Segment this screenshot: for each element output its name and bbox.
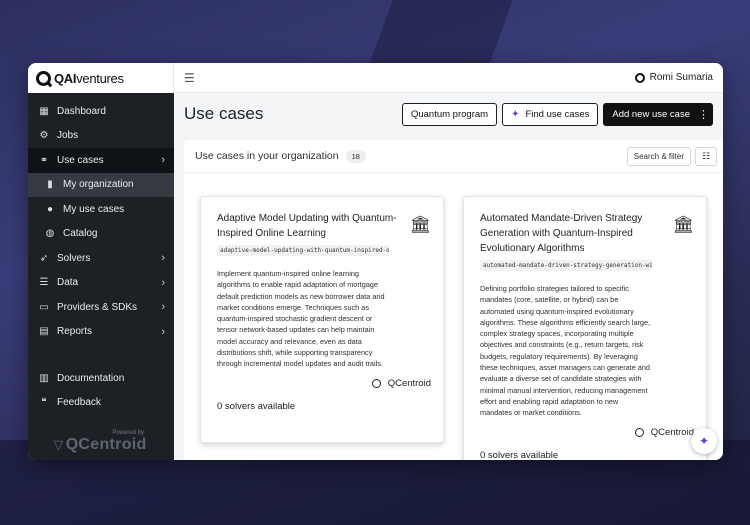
logo-bold: QAI (54, 70, 77, 86)
card-slug: adaptive-model-updating-with-quantum-ins… (217, 245, 389, 256)
comments-icon: ❝ (41, 397, 47, 409)
owner-logo-icon (634, 427, 644, 437)
chevron-right-icon: › (161, 154, 165, 167)
bank-icon: 🏛 (672, 215, 694, 234)
add-new-use-case-button[interactable]: Add new use case ⋮ (603, 102, 713, 126)
sidebar-item-label: Use cases (57, 154, 104, 166)
book-icon: ▥ (39, 372, 49, 384)
chevron-right-icon: › (161, 301, 165, 314)
page-header: Use cases Quantum program ✦ Find use case… (174, 93, 723, 135)
app-window: QAIventures ▦ Dashboard ⚙ Jobs ⚭ Use cas… (28, 63, 723, 460)
sidebar-item-reports[interactable]: ▤ Reports › (28, 320, 174, 345)
magic-wand-icon: ✦ (698, 434, 710, 448)
user-menu[interactable]: Romi Sumaria (634, 72, 713, 83)
background-shape (367, 0, 513, 70)
hamburger-menu-icon[interactable]: ☰ (184, 71, 195, 85)
button-label: Find use cases (525, 108, 590, 120)
sidebar-item-feedback[interactable]: ❝ Feedback (28, 391, 174, 416)
building-icon: ▮ (47, 179, 53, 191)
user-logo-icon (634, 72, 645, 83)
sidebar-item-my-use-cases[interactable]: ● My use cases (28, 197, 174, 222)
card-title[interactable]: Adaptive Model Updating with Quantum-Ins… (217, 211, 397, 241)
magic-wand-icon: ✦ (511, 108, 520, 120)
gears-icon: ⚙ (39, 130, 49, 142)
powered-by: Powered by ▽ QCentroid (28, 430, 174, 454)
quantum-program-button[interactable]: Quantum program (401, 102, 498, 126)
qcentroid-text: QCentroid (65, 436, 147, 453)
sidebar-item-label: My organization (63, 179, 134, 191)
ai-assistant-button[interactable]: ✦ (691, 428, 717, 454)
sidebar: QAIventures ▦ Dashboard ⚙ Jobs ⚭ Use cas… (28, 63, 174, 460)
logo-icon (36, 70, 51, 86)
sidebar-nav: ▦ Dashboard ⚙ Jobs ⚭ Use cases › ▮ My or… (28, 93, 174, 415)
sidebar-item-label: Catalog (63, 228, 98, 240)
use-cases-panel: Use cases in your organization 18 Search… (184, 140, 723, 460)
button-label: Quantum program (410, 108, 489, 120)
card-slug: automated-mandate-driven-strategy-genera… (480, 260, 652, 271)
owner-logo-icon (371, 378, 381, 388)
sidebar-item-label: My use cases (63, 203, 125, 215)
use-case-card[interactable]: Automated Mandate-Driven Strategy Genera… (463, 196, 707, 460)
qcentroid-icon: ▽ (53, 437, 64, 452)
rocket-icon: ➶ (39, 252, 49, 264)
server-icon: ▭ (39, 301, 49, 313)
user-circle-icon: ● (46, 203, 54, 215)
card-owner: QCentroid (480, 427, 694, 438)
sidebar-item-providers[interactable]: ▭ Providers & SDKs › (28, 295, 174, 320)
sidebar-item-solvers[interactable]: ➶ Solvers › (28, 246, 174, 271)
solvers-count: 0 solvers available (217, 400, 296, 412)
panel-header: Use cases in your organization 18 Search… (184, 140, 723, 173)
button-label: Add new use case (612, 108, 690, 120)
sidebar-item-label: Reports (57, 326, 93, 338)
sidebar-item-use-cases[interactable]: ⚭ Use cases › (28, 148, 174, 173)
owner-name: QCentroid (650, 426, 694, 438)
file-icon: ▤ (39, 326, 49, 338)
list-view-icon[interactable]: ☷ (695, 146, 717, 166)
chevron-right-icon: › (161, 252, 165, 265)
sidebar-item-catalog[interactable]: ◍ Catalog (28, 222, 174, 247)
sidebar-item-label: Documentation (57, 372, 125, 384)
search-filter-button[interactable]: Search & filter (626, 146, 691, 166)
sidebar-item-my-organization[interactable]: ▮ My organization (28, 172, 174, 197)
sitemap-icon: ⚭ (39, 154, 49, 166)
sidebar-item-label: Feedback (57, 397, 101, 409)
page-title: Use cases (184, 104, 264, 123)
panel-title: Use cases in your organization (195, 150, 339, 162)
topbar: ☰ Romi Sumaria (174, 63, 723, 93)
button-label: Search & filter (633, 151, 684, 161)
card-description: Implement quantum-inspired online learni… (217, 269, 385, 369)
sidebar-item-dashboard[interactable]: ▦ Dashboard (28, 99, 174, 124)
find-use-cases-button[interactable]: ✦ Find use cases (502, 102, 599, 126)
logo[interactable]: QAIventures (28, 63, 174, 93)
sidebar-item-data[interactable]: ☰ Data › (28, 271, 174, 296)
chevron-right-icon: › (161, 276, 165, 289)
user-name: Romi Sumaria (649, 72, 713, 83)
main-content: ☰ Romi Sumaria Use cases Quantum program… (174, 63, 723, 460)
logo-light: ventures (76, 70, 124, 86)
sidebar-item-label: Data (57, 277, 79, 289)
header-actions: Quantum program ✦ Find use cases Add new … (397, 102, 713, 126)
sidebar-item-jobs[interactable]: ⚙ Jobs (28, 124, 174, 149)
qcentroid-logo: ▽ QCentroid (28, 436, 174, 454)
globe-icon: ◍ (45, 228, 55, 240)
chevron-right-icon: › (161, 325, 165, 338)
bank-icon: 🏛 (409, 215, 431, 234)
use-case-card[interactable]: Adaptive Model Updating with Quantum-Ins… (200, 196, 444, 443)
database-icon: ☰ (39, 277, 49, 289)
card-title[interactable]: Automated Mandate-Driven Strategy Genera… (480, 211, 660, 256)
count-badge: 18 (345, 149, 366, 163)
card-description: Defining portfolio strategies tailored t… (480, 284, 651, 418)
sidebar-item-label: Providers & SDKs (57, 301, 138, 313)
kebab-menu-icon[interactable]: ⋮ (698, 108, 709, 121)
owner-name: QCentroid (387, 377, 431, 389)
dashboard-icon: ▦ (39, 105, 49, 117)
sidebar-item-label: Dashboard (57, 105, 106, 117)
sidebar-item-documentation[interactable]: ▥ Documentation (28, 366, 174, 391)
card-owner: QCentroid (217, 378, 431, 389)
solvers-count: 0 solvers available (480, 449, 559, 460)
sidebar-item-label: Solvers (57, 252, 91, 264)
sidebar-item-label: Jobs (57, 130, 79, 142)
